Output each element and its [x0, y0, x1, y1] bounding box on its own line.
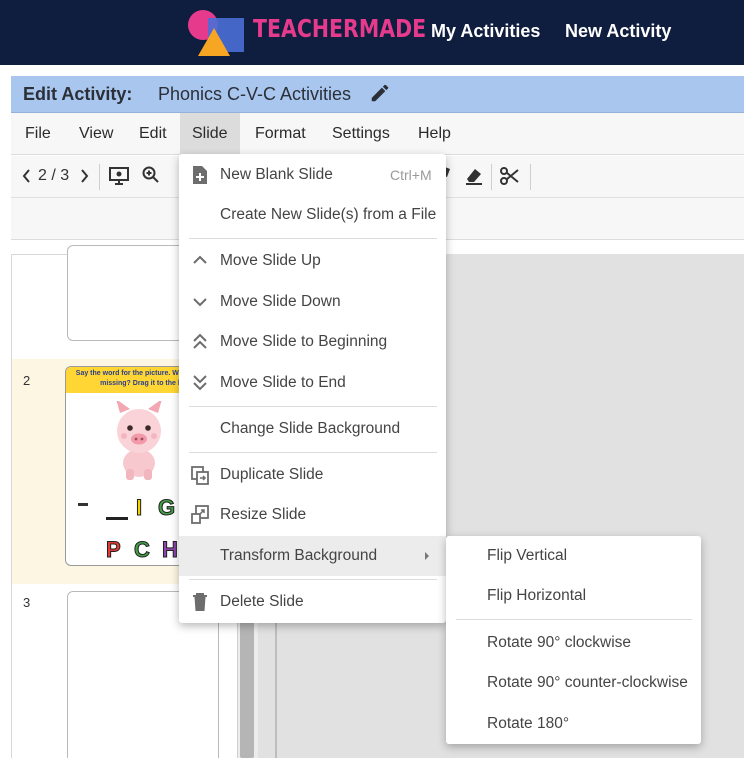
toolbar-divider: [530, 164, 531, 190]
submenu-arrow-icon: [423, 548, 431, 564]
menu-item-label: Resize Slide: [220, 506, 307, 523]
menu-move-slide-down[interactable]: Move Slide Down: [179, 282, 446, 322]
brand-name[interactable]: TEACHERMADE: [253, 14, 426, 43]
menu-move-slide-up[interactable]: Move Slide Up: [179, 241, 446, 281]
submenu-rotate-180[interactable]: Rotate 180°: [446, 704, 701, 744]
slide-menu-dropdown: New Blank Slide Ctrl+M Create New Slide(…: [179, 154, 446, 623]
resize-icon: [191, 505, 209, 525]
menu-item-label: Rotate 90° counter-clockwise: [487, 674, 688, 691]
menu-divider: [189, 452, 437, 453]
menu-slide[interactable]: Slide: [180, 113, 240, 155]
menubar: File View Edit Slide Format Settings Hel…: [11, 113, 744, 155]
menu-edit[interactable]: Edit: [127, 113, 179, 155]
nav-new-activity[interactable]: New Activity: [565, 21, 671, 42]
choice-letter[interactable]: H: [162, 537, 179, 563]
menu-transform-background[interactable]: Transform Background: [179, 536, 446, 576]
toolbar-divider: [491, 164, 492, 190]
zoom-icon[interactable]: [141, 165, 161, 185]
present-icon[interactable]: [108, 165, 130, 187]
menu-divider: [189, 579, 437, 580]
double-chevron-down-icon: [191, 373, 209, 393]
toolbar-divider: [99, 164, 100, 190]
menu-delete-slide[interactable]: Delete Slide: [179, 582, 446, 622]
submenu-flip-vertical[interactable]: Flip Vertical: [446, 536, 701, 576]
menu-file[interactable]: File: [13, 113, 63, 155]
menu-settings[interactable]: Settings: [320, 113, 402, 155]
next-slide-icon[interactable]: [80, 166, 90, 186]
choice-letter[interactable]: P: [106, 537, 122, 563]
slide-number: 3: [23, 595, 31, 610]
submenu-flip-horizontal[interactable]: Flip Horizontal: [446, 576, 701, 616]
menu-view[interactable]: View: [67, 113, 125, 155]
eraser-icon[interactable]: [463, 165, 485, 187]
menu-item-label: Rotate 90° clockwise: [487, 634, 632, 651]
menu-item-label: Delete Slide: [220, 593, 304, 610]
prev-slide-icon[interactable]: [21, 166, 31, 186]
add-slide-icon: [191, 165, 209, 185]
scrollbar-thumb[interactable]: [240, 600, 254, 758]
blank-line: [106, 517, 128, 520]
pig-image: [108, 401, 170, 481]
word-letter: G: [157, 495, 176, 521]
duplicate-icon: [191, 465, 209, 485]
menu-format[interactable]: Format: [243, 113, 318, 155]
pencil-icon[interactable]: [369, 82, 391, 104]
menu-item-label: Move Slide Up: [220, 252, 321, 269]
menu-item-label: Flip Vertical: [487, 547, 568, 564]
nav-my-activities[interactable]: My Activities: [431, 21, 540, 42]
audio-dot: [78, 503, 88, 506]
menu-item-label: Rotate 180°: [487, 715, 570, 732]
edit-activity-header: Edit Activity: Phonics C-V-C Activities: [11, 76, 744, 113]
chevron-up-icon: [191, 251, 209, 271]
menu-item-label: Flip Horizontal: [487, 587, 587, 604]
activity-title[interactable]: Phonics C-V-C Activities: [158, 84, 351, 105]
menu-divider: [189, 238, 437, 239]
page-indicator: 2 / 3: [38, 167, 70, 184]
word-letter: I: [135, 495, 143, 521]
double-chevron-up-icon: [191, 332, 209, 352]
transform-background-submenu: Flip Vertical Flip Horizontal Rotate 90°…: [446, 536, 701, 744]
chevron-down-icon: [191, 292, 209, 312]
scissors-icon[interactable]: [499, 165, 521, 187]
menu-item-label: Transform Background: [220, 547, 378, 564]
menu-help[interactable]: Help: [406, 113, 463, 155]
menu-new-blank-slide[interactable]: New Blank Slide Ctrl+M: [179, 155, 446, 195]
submenu-rotate-90-counter-clockwise[interactable]: Rotate 90° counter-clockwise: [446, 663, 701, 703]
shortcut-label: Ctrl+M: [390, 167, 432, 183]
top-navigation-bar: TEACHERMADE My Activities New Activity: [0, 0, 744, 65]
choice-letter[interactable]: C: [134, 537, 151, 563]
menu-item-label: Move Slide Down: [220, 293, 341, 310]
menu-divider: [189, 406, 437, 407]
menu-create-slides-from-file[interactable]: Create New Slide(s) from a File: [179, 195, 446, 235]
menu-divider: [456, 619, 692, 620]
menu-item-label: Move Slide to End: [220, 374, 346, 391]
menu-item-label: Change Slide Background: [220, 420, 401, 437]
menu-move-slide-to-beginning[interactable]: Move Slide to Beginning: [179, 322, 446, 362]
trash-icon: [191, 592, 209, 612]
teachermade-logo-icon[interactable]: [186, 8, 248, 58]
edit-activity-label: Edit Activity:: [23, 84, 133, 104]
submenu-rotate-90-clockwise[interactable]: Rotate 90° clockwise: [446, 623, 701, 663]
menu-item-label: Duplicate Slide: [220, 466, 324, 483]
menu-move-slide-to-end[interactable]: Move Slide to End: [179, 363, 446, 403]
menu-duplicate-slide[interactable]: Duplicate Slide: [179, 455, 446, 495]
menu-item-label: Create New Slide(s) from a File: [220, 206, 437, 223]
menu-change-slide-background[interactable]: Change Slide Background: [179, 409, 446, 449]
menu-resize-slide[interactable]: Resize Slide: [179, 495, 446, 535]
slide-number: 2: [23, 373, 31, 388]
menu-item-label: New Blank Slide: [220, 166, 333, 183]
menu-item-label: Move Slide to Beginning: [220, 333, 388, 350]
